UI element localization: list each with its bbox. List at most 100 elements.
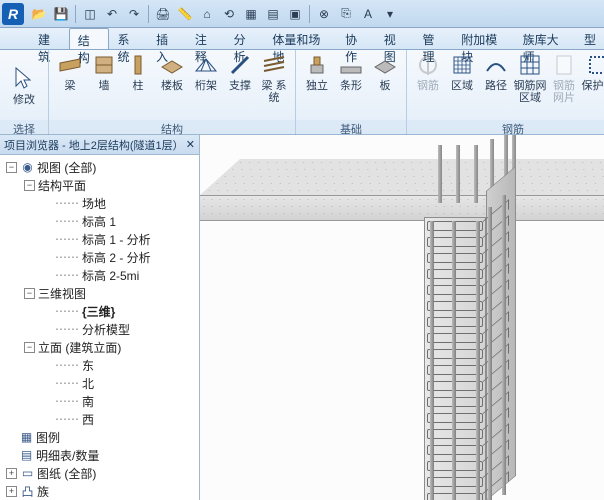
tab-7[interactable]: 协作 (337, 28, 376, 49)
qat-close-button[interactable]: ⊗ (314, 4, 334, 24)
floor-icon (159, 52, 185, 78)
tab-1[interactable]: 结构 (69, 28, 110, 49)
qat-elev-button[interactable]: ▣ (285, 4, 305, 24)
tree-item-label: 南 (82, 393, 94, 410)
qat-copy-button[interactable]: ⎘ (336, 4, 356, 24)
tab-5[interactable]: 分析 (226, 28, 265, 49)
ribbon-beamsys-button[interactable]: 梁 系统 (257, 52, 291, 118)
ribbon-truss-button[interactable]: 桁架 (189, 52, 223, 118)
tree-item[interactable]: +▭图纸 (全部) (2, 464, 197, 482)
panel-基础: 独立条形板基础 (296, 50, 407, 134)
ribbon-cover-button[interactable]: 保护层 (581, 52, 604, 118)
ribbon-cursor-button[interactable]: 修改 (4, 52, 44, 118)
sheet-icon (551, 52, 577, 78)
qat-undo-button[interactable]: ↶ (102, 4, 122, 24)
qat-measure-button[interactable]: 📏 (175, 4, 195, 24)
tree-item[interactable]: ▦图例 (2, 428, 197, 446)
qat-text-button[interactable]: A (358, 4, 378, 24)
close-icon[interactable]: ✕ (186, 138, 195, 151)
sched-icon: ▤ (19, 448, 34, 462)
collapse-icon[interactable]: − (24, 180, 35, 191)
ribbon: 修改选择梁墙柱楼板桁架支撑梁 系统结构独立条形板基础钢筋区域路径钢筋网 区域钢筋… (0, 50, 604, 135)
ribbon-sheet-button[interactable]: 钢筋 网片 (547, 52, 581, 118)
tab-3[interactable]: 插入 (148, 28, 187, 49)
tree-item[interactable]: ⋯⋯场地 (2, 194, 197, 212)
tree-item[interactable]: ⋯⋯标高 2-5mi (2, 266, 197, 284)
tree-item[interactable]: −结构平面 (2, 176, 197, 194)
expand-icon[interactable]: + (6, 486, 17, 497)
tab-12[interactable]: 型 (576, 28, 604, 49)
truss-icon (193, 52, 219, 78)
ribbon-button-label: 条形 (340, 80, 362, 92)
slab-icon (372, 52, 398, 78)
ribbon-slab-button[interactable]: 板 (368, 52, 402, 118)
tree-item[interactable]: −三维视图 (2, 284, 197, 302)
qat-home-button[interactable]: ⌂ (197, 4, 217, 24)
panel-钢筋: 钢筋区域路径钢筋网 区域钢筋 网片保护层钢筋 (407, 50, 604, 134)
ribbon-button-label: 钢筋 网片 (547, 80, 581, 104)
tree-item[interactable]: ⋯⋯标高 1 - 分析 (2, 230, 197, 248)
qat-print-button[interactable]: 🖨 (153, 4, 173, 24)
ribbon-button-label: 钢筋 (417, 80, 439, 92)
collapse-icon[interactable]: − (24, 342, 35, 353)
ribbon-floor-button[interactable]: 楼板 (155, 52, 189, 118)
tree-item[interactable]: ⋯⋯标高 1 (2, 212, 197, 230)
tree-item-label: 东 (82, 357, 94, 374)
beam-icon (57, 52, 83, 78)
qat-chev-button[interactable]: ▾ (380, 4, 400, 24)
qat-redo-button[interactable]: ↷ (124, 4, 144, 24)
viewport-3d[interactable] (200, 135, 604, 500)
expand-icon[interactable]: + (6, 468, 17, 479)
area-icon (449, 52, 475, 78)
ribbon-button-label: 路径 (485, 80, 507, 92)
slab-geometry (200, 159, 604, 243)
tree-item[interactable]: ⋯⋯南 (2, 392, 197, 410)
qat-cube-button[interactable]: ◫ (80, 4, 100, 24)
tree-item[interactable]: +凸族 (2, 482, 197, 500)
tab-10[interactable]: 附加模块 (453, 28, 514, 49)
ribbon-rebar-button[interactable]: 钢筋 (411, 52, 445, 118)
panel-结构: 梁墙柱楼板桁架支撑梁 系统结构 (49, 50, 296, 134)
mesh-icon (517, 52, 543, 78)
collapse-icon[interactable]: − (6, 162, 17, 173)
project-browser-header: 项目浏览器 - 地上2层结构(隧道1层） ✕ (0, 135, 199, 155)
tab-8[interactable]: 视图 (376, 28, 415, 49)
qat-view3d-button[interactable]: ▦ (241, 4, 261, 24)
ribbon-strip-button[interactable]: 条形 (334, 52, 368, 118)
tree-item[interactable]: −立面 (建筑立面) (2, 338, 197, 356)
qat-section-button[interactable]: ▤ (263, 4, 283, 24)
tree-item-label: 图纸 (全部) (37, 465, 96, 482)
tab-2[interactable]: 系统 (109, 28, 148, 49)
qat-open-button[interactable]: 📂 (29, 4, 49, 24)
app-logo[interactable]: R (2, 3, 24, 25)
ribbon-mesh-button[interactable]: 钢筋网 区域 (513, 52, 547, 118)
tree-item[interactable]: ⋯⋯分析模型 (2, 320, 197, 338)
tab-6[interactable]: 体量和场地 (264, 28, 337, 49)
ribbon-button-label: 墙 (99, 80, 110, 92)
ribbon-iso-button[interactable]: 独立 (300, 52, 334, 118)
cover-icon (585, 52, 604, 78)
tab-11[interactable]: 族库大师 (515, 28, 576, 49)
ribbon-path-button[interactable]: 路径 (479, 52, 513, 118)
tab-4[interactable]: 注释 (187, 28, 226, 49)
ribbon-button-label: 钢筋网 区域 (513, 80, 547, 104)
tree-item-label: 标高 2-5mi (82, 267, 139, 284)
qat-save-button[interactable]: 💾 (51, 4, 71, 24)
collapse-icon[interactable]: − (24, 288, 35, 299)
ribbon-beam-button[interactable]: 梁 (53, 52, 87, 118)
tree-item[interactable]: ⋯⋯西 (2, 410, 197, 428)
tree-item[interactable]: ⋯⋯东 (2, 356, 197, 374)
ribbon-area-button[interactable]: 区域 (445, 52, 479, 118)
tree-item[interactable]: ⋯⋯{三维} (2, 302, 197, 320)
ribbon-brace-button[interactable]: 支撑 (223, 52, 257, 118)
tree-item[interactable]: ⋯⋯标高 2 - 分析 (2, 248, 197, 266)
ribbon-wall-button[interactable]: 墙 (87, 52, 121, 118)
ribbon-column-button[interactable]: 柱 (121, 52, 155, 118)
qat-sync-button[interactable]: ⟲ (219, 4, 239, 24)
tree-item[interactable]: ▤明细表/数量 (2, 446, 197, 464)
tab-9[interactable]: 管理 (415, 28, 454, 49)
eye-icon: ◉ (20, 160, 35, 174)
tree-item[interactable]: ⋯⋯北 (2, 374, 197, 392)
tree-item[interactable]: −◉视图 (全部) (2, 158, 197, 176)
tab-0[interactable]: 建筑 (30, 28, 69, 49)
